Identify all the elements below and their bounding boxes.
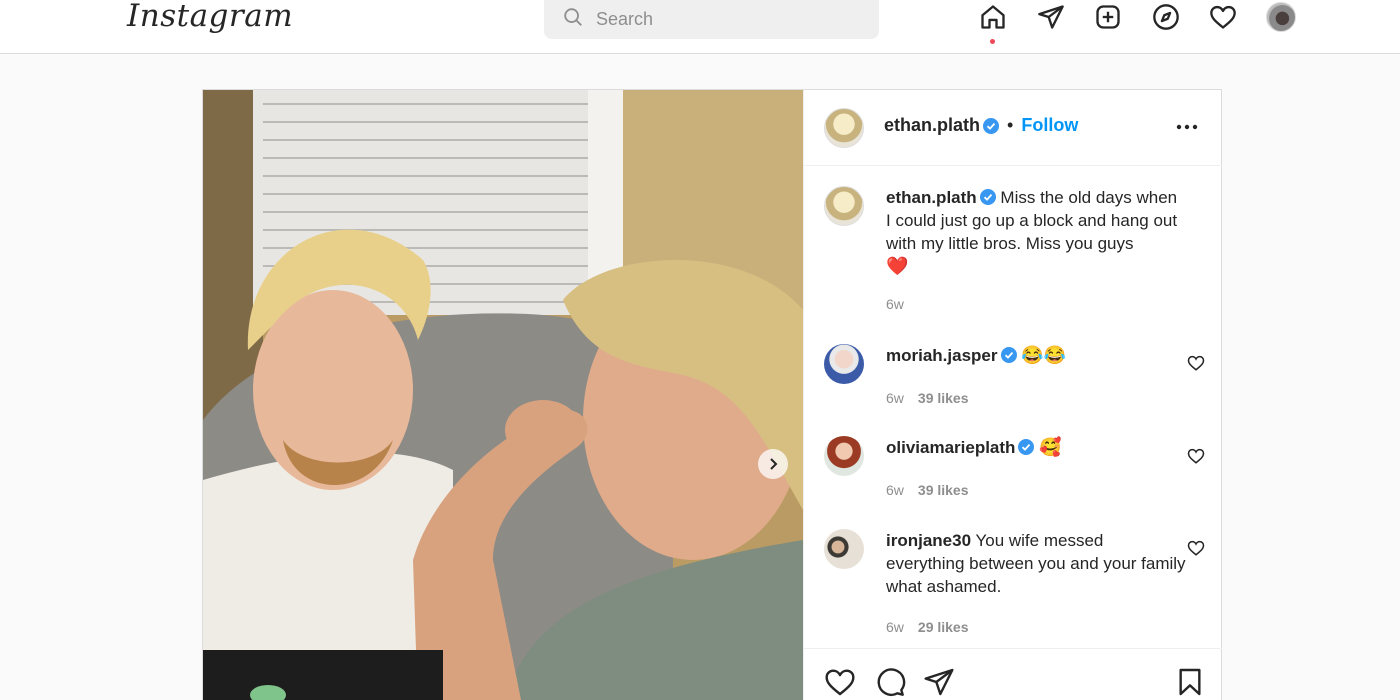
instagram-logo[interactable]: Instagram: [127, 0, 293, 34]
like-comment-heart-icon[interactable]: [1187, 447, 1205, 465]
comment-username[interactable]: oliviamarieplath: [886, 438, 1015, 457]
commenter-avatar[interactable]: [824, 436, 864, 476]
post-sidebar: ethan.plath • Follow ethan.plath Miss th…: [803, 90, 1222, 700]
comment-time[interactable]: 6w: [886, 619, 904, 635]
post-card: ethan.plath • Follow ethan.plath Miss th…: [202, 89, 1222, 700]
like-comment-heart-icon[interactable]: [1187, 354, 1205, 372]
red-heart-emoji: ❤️: [886, 256, 909, 276]
verified-badge-icon: [1018, 439, 1035, 455]
comment-likes[interactable]: 39 likes: [918, 482, 969, 498]
like-heart-icon[interactable]: [824, 666, 856, 698]
comment-username[interactable]: moriah.jasper: [886, 346, 998, 365]
top-nav-bar: Instagram: [0, 0, 1400, 54]
separator-dot: •: [1007, 115, 1014, 135]
commenter-avatar[interactable]: [824, 344, 864, 384]
verified-badge-icon: [1000, 347, 1017, 363]
caption-time[interactable]: 6w: [886, 296, 904, 312]
verified-badge-icon: [979, 189, 996, 205]
search-input[interactable]: [596, 9, 856, 30]
search-box[interactable]: [544, 0, 879, 39]
post-header: ethan.plath • Follow: [804, 90, 1222, 166]
comment-username[interactable]: ironjane30: [886, 531, 971, 550]
search-icon: [562, 6, 584, 33]
comment-time[interactable]: 6w: [886, 482, 904, 498]
next-photo-button[interactable]: [758, 449, 788, 479]
home-icon[interactable]: [978, 2, 1008, 32]
profile-avatar[interactable]: [1266, 2, 1296, 32]
notification-dot: [990, 39, 995, 44]
verified-badge-icon: [983, 117, 1000, 134]
post-action-bar: [804, 648, 1222, 700]
save-bookmark-icon[interactable]: [1174, 666, 1206, 698]
activity-heart-icon[interactable]: [1208, 2, 1238, 32]
direct-message-icon[interactable]: [1036, 2, 1066, 32]
comment-likes[interactable]: 29 likes: [918, 619, 969, 635]
like-comment-heart-icon[interactable]: [1187, 539, 1205, 557]
comment-bubble-icon[interactable]: [874, 666, 906, 698]
commenter-avatar[interactable]: [824, 529, 864, 569]
new-post-icon[interactable]: [1093, 2, 1123, 32]
author-username[interactable]: ethan.plath: [884, 115, 980, 136]
comment-text: 😂😂: [1021, 345, 1067, 365]
post-photo[interactable]: [203, 90, 803, 700]
caption-username[interactable]: ethan.plath: [886, 188, 977, 207]
author-avatar[interactable]: [824, 108, 864, 148]
comment-time[interactable]: 6w: [886, 390, 904, 406]
caption-author-avatar[interactable]: [824, 186, 864, 226]
more-options-icon[interactable]: [1174, 116, 1200, 138]
follow-button[interactable]: Follow: [1021, 115, 1078, 136]
comment-likes[interactable]: 39 likes: [918, 390, 969, 406]
share-icon[interactable]: [923, 666, 955, 698]
comment-text: 🥰: [1039, 437, 1062, 457]
explore-compass-icon[interactable]: [1151, 2, 1181, 32]
